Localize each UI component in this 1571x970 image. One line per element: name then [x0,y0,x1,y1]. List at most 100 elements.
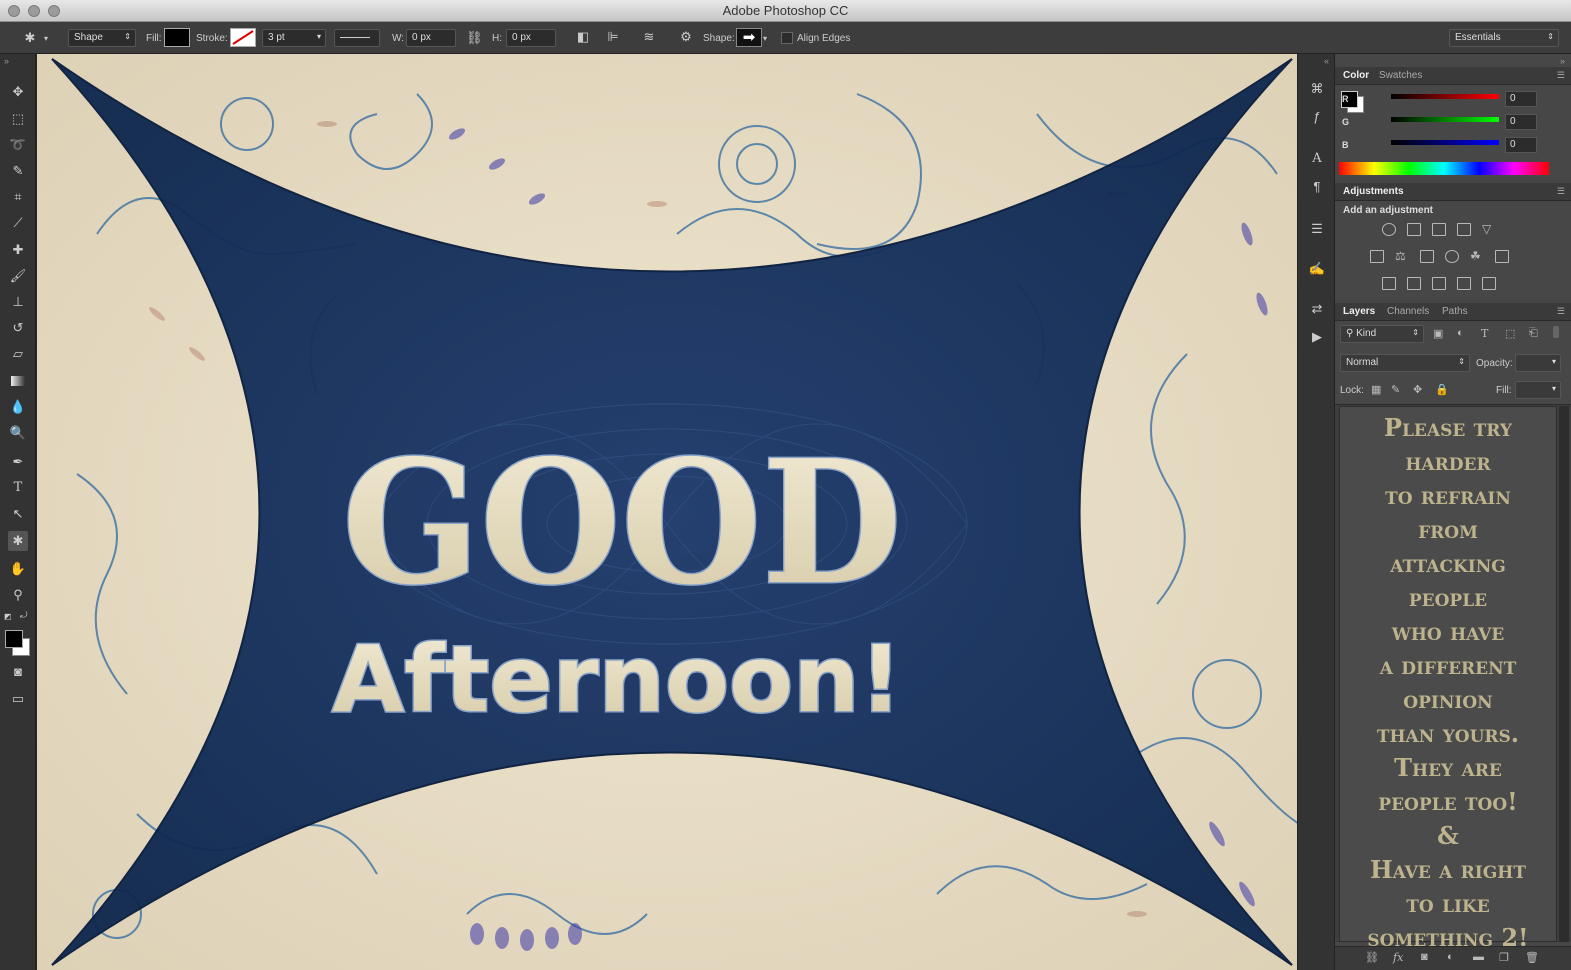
color-lookup-adjustment-icon[interactable] [1495,250,1509,263]
blur-tool-icon[interactable]: 💧 [8,397,28,417]
history-panel-icon[interactable]: ⌘ [1308,80,1326,98]
lasso-tool-icon[interactable]: ➰ [8,135,28,155]
new-group-icon[interactable]: ▬ [1473,951,1484,963]
link-icon[interactable]: ⛓ [466,30,483,46]
curves-adjustment-icon[interactable] [1432,223,1446,236]
threshold-adjustment-icon[interactable] [1432,277,1446,290]
document-canvas[interactable]: GOOD Afternoon! [37,54,1297,970]
red-value[interactable]: 0 [1505,91,1537,107]
character-panel-icon[interactable]: A [1308,150,1326,168]
pen-tool-icon[interactable]: ✒ [8,452,28,472]
lock-all-icon[interactable]: 🔒 [1435,383,1449,396]
layer-style-icon[interactable]: fx [1393,951,1403,964]
green-slider[interactable] [1391,117,1499,122]
tab-swatches[interactable]: Swatches [1379,70,1422,81]
fill-swatch[interactable] [164,28,190,47]
levels-adjustment-icon[interactable] [1407,223,1421,236]
new-layer-icon[interactable]: ❐ [1499,951,1509,964]
clone-source-panel-icon[interactable]: ⇄ [1308,300,1326,318]
width-field[interactable]: 0 px [406,29,456,47]
quick-mask-icon[interactable]: ◙ [8,662,28,682]
panel-menu-icon[interactable]: ☰ [1557,306,1565,317]
tab-paths[interactable]: Paths [1442,306,1468,317]
posterize-adjustment-icon[interactable] [1407,277,1421,290]
path-arrangement-icon[interactable]: ≋ [640,29,658,45]
adjustment-layer-filter-icon[interactable]: ◐ [1457,327,1464,339]
custom-shape-tool-preset-icon[interactable]: ✱ [20,30,40,46]
invert-adjustment-icon[interactable] [1382,277,1396,290]
pixel-layer-filter-icon[interactable]: ▣ [1433,327,1443,340]
vibrance-adjustment-icon[interactable]: ▽ [1482,223,1496,236]
swap-colors-icon[interactable]: ⤾ [20,610,28,621]
smart-object-filter-icon[interactable]: ⎗ [1529,327,1538,340]
gradient-map-adjustment-icon[interactable] [1482,277,1496,290]
panel-menu-icon[interactable]: ☰ [1557,70,1565,81]
type-tool-icon[interactable]: T [8,478,28,498]
brush-tool-icon[interactable]: 🖌 [8,266,28,286]
properties-panel-icon[interactable]: ƒ [1308,108,1326,126]
collapse-toolbar-icon[interactable]: » [4,56,9,66]
hand-tool-icon[interactable]: ✋ [8,559,28,579]
fill-field[interactable]: ▾ [1515,381,1561,399]
tab-layers[interactable]: Layers [1343,306,1375,317]
trash-icon[interactable]: 🗑 [1525,951,1539,964]
quick-selection-tool-icon[interactable]: ✎ [8,161,28,181]
clone-stamp-tool-icon[interactable]: ⊥ [8,292,28,312]
marquee-tool-icon[interactable]: ⬚ [8,109,28,129]
path-selection-tool-icon[interactable]: ↖ [8,504,28,524]
actions-panel-icon[interactable]: ▶ [1308,328,1326,346]
color-spectrum-ramp[interactable] [1339,162,1549,175]
shape-layer-filter-icon[interactable]: ⬚ [1505,327,1515,340]
tool-presets-panel-icon[interactable]: ☰ [1308,220,1326,238]
lock-position-icon[interactable]: ✥ [1413,383,1422,396]
blend-mode-select[interactable]: Normal ⇕ [1340,354,1470,372]
collapse-dock-icon[interactable]: « [1324,56,1329,66]
hue-saturation-adjustment-icon[interactable] [1370,250,1384,263]
filter-toggle-switch[interactable] [1553,326,1559,338]
height-field[interactable]: 0 px [506,29,556,47]
stroke-width-field[interactable]: 3 pt ▾ [262,29,326,47]
align-edges-checkbox[interactable] [781,32,793,44]
zoom-tool-icon[interactable]: ⚲ [8,585,28,605]
link-layers-icon[interactable]: ⛓ [1365,951,1379,964]
gradient-tool-icon[interactable] [8,371,28,391]
move-tool-icon[interactable]: ✥ [8,82,28,102]
crop-tool-icon[interactable]: ⌗ [8,187,28,207]
photo-filter-adjustment-icon[interactable] [1445,250,1459,263]
eyedropper-tool-icon[interactable]: ⟋ [8,213,28,233]
layer-mask-icon[interactable]: ◙ [1421,951,1428,963]
opacity-field[interactable]: ▾ [1515,354,1561,372]
brightness-adjustment-icon[interactable] [1382,223,1396,236]
screen-mode-icon[interactable]: ▭ [8,689,28,709]
type-layer-filter-icon[interactable]: T [1481,327,1488,340]
brush-presets-panel-icon[interactable]: ✍ [1308,260,1326,278]
layers-list[interactable]: Please try harder to refrain from attack… [1335,404,1571,952]
tab-channels[interactable]: Channels [1387,306,1429,317]
healing-brush-tool-icon[interactable]: ✚ [8,240,28,260]
collapse-panels-icon[interactable]: » [1560,56,1565,66]
blue-value[interactable]: 0 [1505,137,1537,153]
history-brush-tool-icon[interactable]: ↺ [8,318,28,338]
black-white-adjustment-icon[interactable] [1420,250,1434,263]
red-slider[interactable] [1391,94,1499,99]
panel-menu-icon[interactable]: ☰ [1557,186,1565,197]
blue-slider[interactable] [1391,140,1499,145]
tool-preset-dropdown-icon[interactable]: ▾ [44,31,48,47]
tab-color[interactable]: Color [1343,70,1369,81]
adjustment-layer-icon[interactable]: ◐ [1447,951,1454,963]
eraser-tool-icon[interactable]: ▱ [8,344,28,364]
layer-filter-select[interactable]: ⚲ Kind ⇕ [1340,325,1424,343]
layers-scrollbar[interactable] [1559,406,1569,942]
tool-mode-select[interactable]: Shape ⇕ [68,29,136,47]
lock-image-pixels-icon[interactable]: ✎ [1391,383,1400,396]
shape-picker[interactable]: ➡ [736,28,762,47]
exposure-adjustment-icon[interactable] [1457,223,1471,236]
lock-transparent-pixels-icon[interactable]: ▦ [1371,383,1381,396]
shape-dropdown-icon[interactable]: ▾ [763,31,767,47]
channel-mixer-adjustment-icon[interactable]: ☘ [1470,250,1484,263]
custom-shape-tool-icon[interactable]: ✱ [8,531,28,551]
path-operations-icon[interactable]: ◧ [576,29,590,45]
foreground-color-swatch[interactable] [5,630,23,648]
default-colors-icon[interactable]: ◩ [4,612,12,621]
stroke-swatch[interactable] [230,28,256,47]
